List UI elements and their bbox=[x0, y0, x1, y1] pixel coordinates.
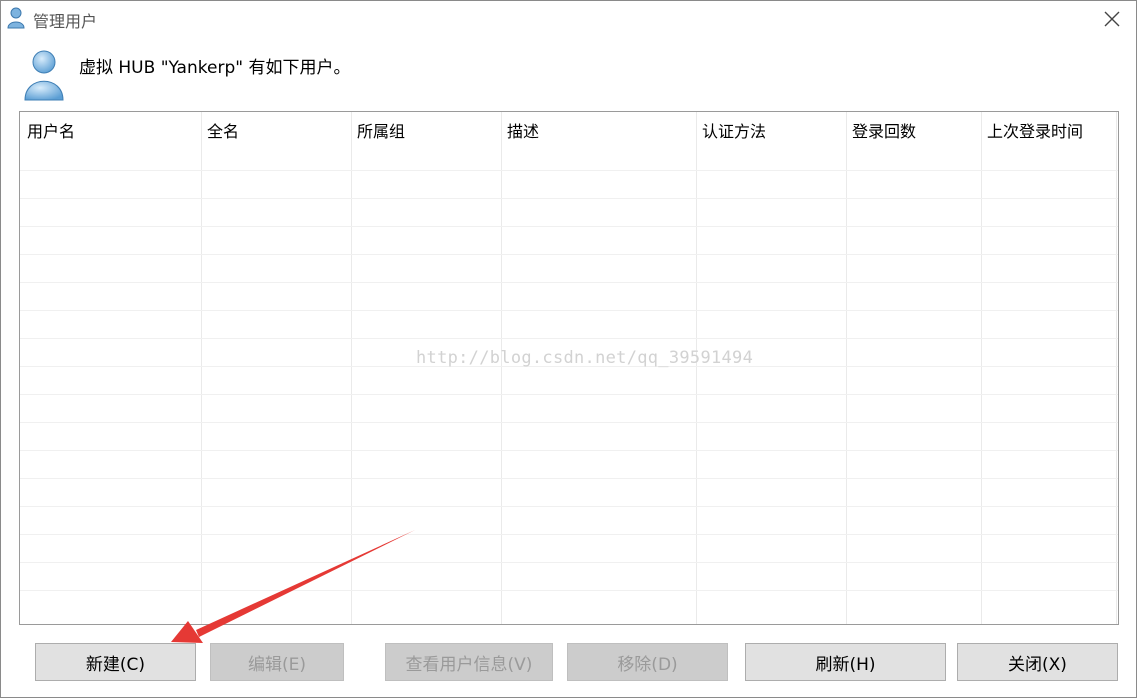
row-gridline bbox=[20, 450, 1118, 451]
close-button[interactable]: 关闭(X) bbox=[957, 643, 1118, 681]
row-gridline bbox=[20, 478, 1118, 479]
column-header-group[interactable]: 所属组 bbox=[357, 118, 405, 142]
new-button[interactable]: 新建(C) bbox=[35, 643, 196, 681]
user-icon bbox=[7, 7, 25, 29]
column-header-fullname[interactable]: 全名 bbox=[207, 118, 239, 142]
row-gridline bbox=[20, 310, 1118, 311]
column-header-login-count[interactable]: 登录回数 bbox=[852, 118, 916, 142]
row-gridline bbox=[20, 506, 1118, 507]
title-bar: 管理用户 bbox=[0, 0, 1137, 36]
row-gridline bbox=[20, 198, 1118, 199]
column-separator bbox=[501, 112, 502, 624]
header-message: 虚拟 HUB "Yankerp" 有如下用户。 bbox=[79, 58, 351, 78]
row-gridline bbox=[20, 534, 1118, 535]
column-header-last-login[interactable]: 上次登录时间 bbox=[987, 118, 1083, 142]
close-icon[interactable] bbox=[1101, 8, 1123, 30]
column-separator bbox=[351, 112, 352, 624]
column-separator bbox=[201, 112, 202, 624]
row-gridline bbox=[20, 170, 1118, 171]
row-gridline bbox=[20, 282, 1118, 283]
watermark: http://blog.csdn.net/qq_39591494 bbox=[416, 348, 754, 368]
user-icon bbox=[24, 50, 64, 101]
column-separator bbox=[846, 112, 847, 624]
row-gridline bbox=[20, 562, 1118, 563]
column-header-username[interactable]: 用户名 bbox=[27, 118, 75, 142]
column-separator bbox=[981, 112, 982, 624]
row-gridline bbox=[20, 254, 1118, 255]
remove-button[interactable]: 移除(D) bbox=[567, 643, 728, 681]
column-header-auth-method[interactable]: 认证方法 bbox=[702, 118, 766, 142]
row-gridline bbox=[20, 338, 1118, 339]
column-header-description[interactable]: 描述 bbox=[507, 118, 539, 142]
view-user-info-button[interactable]: 查看用户信息(V) bbox=[385, 643, 553, 681]
row-gridline bbox=[20, 422, 1118, 423]
row-gridline bbox=[20, 226, 1118, 227]
user-list[interactable]: 用户名 全名 所属组 描述 认证方法 登录回数 上次登录时间 http://bl… bbox=[19, 111, 1119, 625]
window-title: 管理用户 bbox=[33, 12, 98, 31]
row-gridline bbox=[20, 590, 1118, 591]
list-header: 用户名 全名 所属组 描述 认证方法 登录回数 上次登录时间 bbox=[20, 112, 1118, 148]
column-separator bbox=[696, 112, 697, 624]
refresh-button[interactable]: 刷新(H) bbox=[745, 643, 946, 681]
row-gridline bbox=[20, 394, 1118, 395]
column-separator bbox=[1116, 112, 1117, 624]
edit-button[interactable]: 编辑(E) bbox=[210, 643, 344, 681]
